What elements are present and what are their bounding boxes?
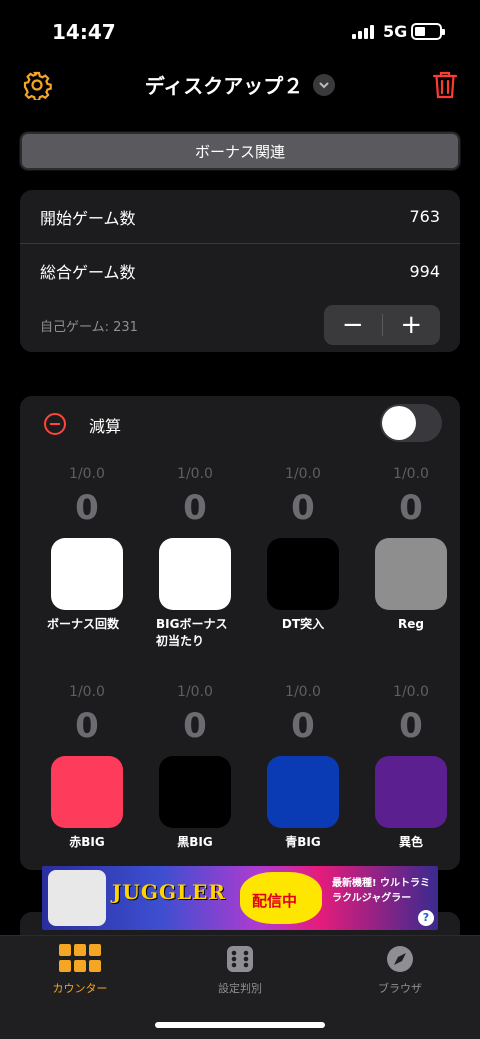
counter-cell: 1/0.0 0 青BIG [254, 684, 352, 851]
counter-ratio: 1/0.0 [69, 684, 105, 700]
dice-icon [227, 946, 253, 972]
start-games-row: 開始ゲーム数 763 [20, 190, 460, 244]
chevron-down-icon [313, 73, 336, 96]
counter-cell: 1/0.0 0 異色 [362, 684, 460, 851]
counter-button-reg[interactable] [375, 538, 447, 610]
counter-grid-row2: 1/0.0 0 赤BIG 1/0.0 0 黒BIG 1/0.0 0 青BIG 1… [20, 684, 460, 851]
start-games-value: 763 [409, 207, 440, 226]
network-label: 5G [383, 22, 408, 41]
counter-value: 0 [291, 706, 315, 746]
counter-ratio: 1/0.0 [177, 466, 213, 482]
counter-label: BIGボーナス初当たり [156, 617, 228, 648]
counter-ratio: 1/0.0 [285, 466, 321, 482]
counter-grid-row1: 1/0.0 0 ボーナス回数 1/0.0 0 BIGボーナス初当たり 1/0.0… [20, 466, 460, 650]
home-indicator [155, 1022, 325, 1028]
status-time: 14:47 [52, 20, 116, 44]
page-title: ディスクアップ２ [144, 74, 304, 98]
counter-button-dt[interactable] [267, 538, 339, 610]
title-selector[interactable]: ディスクアップ２ [0, 70, 480, 99]
counter-panel: 減算 1/0.0 0 ボーナス回数 1/0.0 0 BIGボーナス初当たり 1/… [20, 396, 460, 870]
increment-button[interactable]: + [382, 305, 440, 345]
battery-icon [411, 23, 445, 40]
counter-button-bonus[interactable] [51, 538, 123, 610]
tab-settings-judge[interactable]: 設定判別 [180, 944, 300, 996]
counter-button-blue-big[interactable] [267, 756, 339, 828]
self-games-text: 自己ゲーム: 231 [40, 320, 138, 335]
counter-button-odd-color[interactable] [375, 756, 447, 828]
counter-label: Reg [398, 617, 424, 631]
counter-ratio: 1/0.0 [393, 684, 429, 700]
counter-label: 赤BIG [69, 835, 105, 849]
counter-cell: 1/0.0 0 赤BIG [38, 684, 136, 851]
mascot-image [48, 870, 106, 926]
game-count-card: 開始ゲーム数 763 総合ゲーム数 994 自己ゲーム: 231 − + [20, 190, 460, 352]
start-games-label: 開始ゲーム数 [40, 208, 136, 228]
help-icon[interactable]: ? [418, 910, 434, 926]
counter-button-big-first[interactable] [159, 538, 231, 610]
counter-label: DT突入 [281, 617, 325, 631]
counter-cell: 1/0.0 0 Reg [362, 466, 460, 650]
counter-ratio: 1/0.0 [69, 466, 105, 482]
total-games-row: 総合ゲーム数 994 [20, 244, 460, 298]
counter-ratio: 1/0.0 [177, 684, 213, 700]
subtract-toggle[interactable] [380, 404, 442, 442]
counter-value: 0 [75, 706, 99, 746]
compass-icon [387, 946, 413, 972]
counter-value: 0 [399, 706, 423, 746]
counter-value: 0 [183, 488, 207, 528]
ad-right-text: 最新機種! ウルトラミラクルジャグラー [332, 878, 431, 904]
status-bar: 14:47 5G [0, 0, 480, 60]
counter-label: 異色 [398, 835, 423, 849]
counter-value: 0 [291, 488, 315, 528]
counter-value: 0 [75, 488, 99, 528]
total-games-label: 総合ゲーム数 [40, 263, 136, 282]
counter-button-red-big[interactable] [51, 756, 123, 828]
game-stepper[interactable]: − + [324, 305, 440, 345]
minus-circle-icon [44, 413, 66, 435]
counter-cell: 1/0.0 0 DT突入 [254, 466, 352, 650]
ad-logo: JUGGLER [112, 880, 226, 904]
total-games-value: 994 [409, 261, 440, 281]
signal-icon [352, 25, 374, 39]
grid-icon [59, 944, 101, 972]
tab-label: ブラウザ [378, 982, 422, 995]
counter-value: 0 [399, 488, 423, 528]
counter-value: 0 [183, 706, 207, 746]
counter-label: 青BIG [285, 835, 321, 849]
counter-ratio: 1/0.0 [393, 466, 429, 482]
tab-counter[interactable]: カウンター [20, 944, 140, 996]
counter-button-black-big[interactable] [159, 756, 231, 828]
counter-label: 黒BIG [177, 835, 213, 849]
ad-live-label: 配信中 [252, 892, 298, 910]
ad-banner[interactable]: JUGGLER 配信中 最新機種! ウルトラミラクルジャグラー ? [42, 866, 438, 930]
tab-label: 設定判別 [218, 982, 262, 995]
subtract-label: 減算 [89, 417, 122, 436]
counter-cell: 1/0.0 0 BIGボーナス初当たり [146, 466, 244, 650]
counter-cell: 1/0.0 0 黒BIG [146, 684, 244, 851]
subtract-row: 減算 [20, 396, 460, 452]
tab-browser[interactable]: ブラウザ [340, 944, 460, 996]
counter-label: ボーナス回数 [47, 617, 120, 631]
category-button[interactable]: ボーナス関連 [20, 132, 460, 170]
tab-label: カウンター [52, 982, 108, 995]
counter-cell: 1/0.0 0 ボーナス回数 [38, 466, 136, 650]
decrement-button[interactable]: − [324, 305, 382, 345]
trash-icon[interactable] [432, 70, 458, 100]
counter-ratio: 1/0.0 [285, 684, 321, 700]
